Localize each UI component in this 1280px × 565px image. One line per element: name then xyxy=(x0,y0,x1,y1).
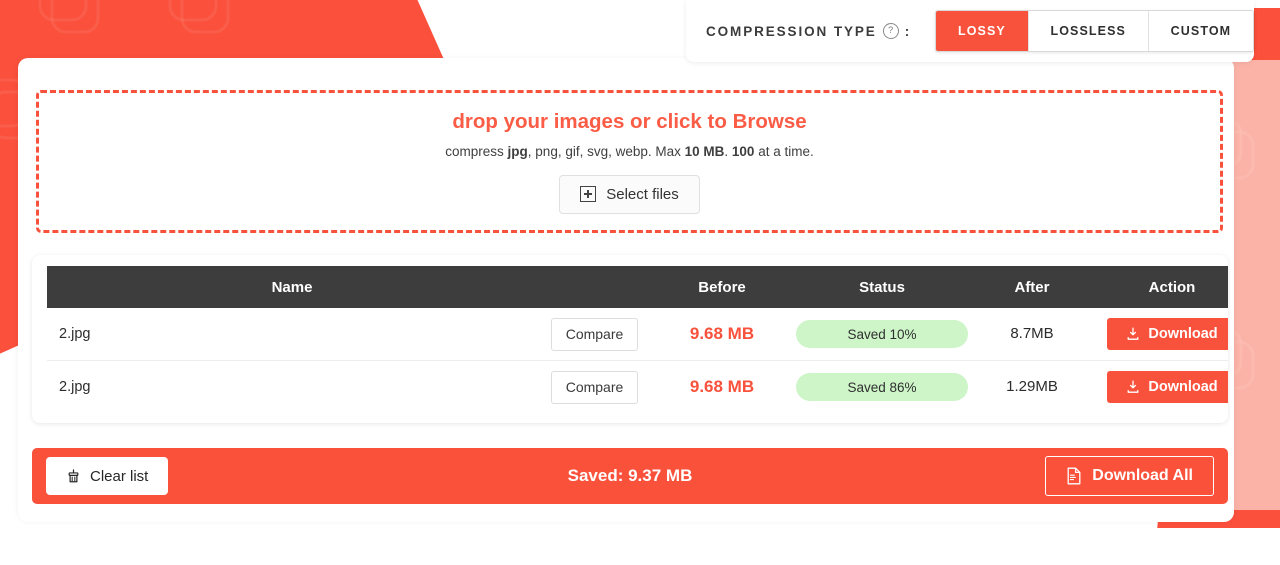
download-all-label: Download All xyxy=(1092,467,1193,484)
compression-option-lossless[interactable]: LOSSLESS xyxy=(1028,11,1149,51)
download-button-label: Download xyxy=(1148,326,1218,342)
compare-cell: Compare xyxy=(537,361,652,414)
dropzone-title: drop your images or click to Browse xyxy=(452,109,807,133)
dropzone-subtitle-p4: . xyxy=(724,143,732,159)
status-cell: Saved 86% xyxy=(792,361,972,414)
dropzone-subtitle-p0: compress xyxy=(445,143,508,159)
page-root: COMPRESSION TYPE ? : LOSSY LOSSLESS CUST… xyxy=(0,0,1280,565)
column-header-compare xyxy=(537,266,652,308)
file-list-card: Name Before Status After Action 2.jpg Co… xyxy=(32,255,1228,423)
action-cell: Download xyxy=(1092,308,1228,361)
download-all-button[interactable]: Download All xyxy=(1045,456,1214,496)
column-header-before: Before xyxy=(652,266,792,308)
status-badge: Saved 10% xyxy=(796,320,968,348)
compression-type-colon: : xyxy=(904,23,912,39)
download-button[interactable]: Download xyxy=(1106,318,1228,350)
dropzone-subtitle: compress jpg, png, gif, svg, webp. Max 1… xyxy=(445,144,813,159)
file-name-cell: 2.jpg xyxy=(59,379,91,395)
table-row: 2.jpg Compare 9.68 MB Saved 86% 1.29MB D… xyxy=(47,361,1228,414)
clear-list-label: Clear list xyxy=(90,467,149,485)
compare-button[interactable]: Compare xyxy=(550,370,639,404)
column-header-action: Action xyxy=(1092,266,1228,308)
file-name-cell: 2.jpg xyxy=(47,308,537,361)
file-table-head: Name Before Status After Action xyxy=(47,266,1228,308)
status-cell: Saved 10% xyxy=(792,308,972,361)
dropzone-subtitle-p6: at a time. xyxy=(754,143,814,159)
file-table: Name Before Status After Action 2.jpg Co… xyxy=(47,266,1228,413)
select-files-button[interactable]: Select files xyxy=(559,174,700,214)
main-panel-bottom xyxy=(18,508,1234,522)
compression-option-custom[interactable]: CUSTOM xyxy=(1148,11,1253,51)
download-icon xyxy=(1126,380,1140,394)
help-icon[interactable]: ? xyxy=(882,23,899,39)
compression-type-bar: COMPRESSION TYPE ? : LOSSY LOSSLESS CUST… xyxy=(686,0,1254,62)
before-size: 9.68 MB xyxy=(689,324,755,343)
after-size: 1.29MB xyxy=(1006,378,1058,395)
compare-button[interactable]: Compare xyxy=(550,317,639,351)
download-icon xyxy=(1126,327,1140,341)
column-header-name: Name xyxy=(47,266,537,308)
before-cell: 9.68 MB xyxy=(652,308,792,361)
clear-list-button[interactable]: Clear list xyxy=(46,457,169,495)
action-footer-bar: Clear list Saved: 9.37 MB Download All xyxy=(32,448,1228,504)
file-icon xyxy=(1066,467,1082,485)
status-badge: Saved 86% xyxy=(796,373,968,401)
compression-type-label: COMPRESSION TYPE ? : xyxy=(706,23,911,39)
dropzone-subtitle-p5: 100 xyxy=(731,143,755,159)
table-row: 2.jpg Compare 9.68 MB Saved 10% 8.7MB Do… xyxy=(47,308,1228,361)
dropzone-subtitle-p2: , png, gif, svg, webp. Max xyxy=(527,143,685,159)
after-cell: 8.7MB xyxy=(972,308,1092,361)
before-cell: 9.68 MB xyxy=(652,361,792,414)
file-dropzone[interactable]: drop your images or click to Browse comp… xyxy=(36,90,1223,233)
compare-cell: Compare xyxy=(537,308,652,361)
select-files-label: Select files xyxy=(606,185,679,203)
compression-type-options: LOSSY LOSSLESS CUSTOM xyxy=(935,10,1254,52)
plus-square-icon xyxy=(580,186,597,202)
before-size: 9.68 MB xyxy=(689,377,755,396)
dropzone-subtitle-p3: 10 MB xyxy=(684,143,725,159)
broom-icon xyxy=(66,468,81,484)
download-button[interactable]: Download xyxy=(1106,371,1228,403)
action-cell: Download xyxy=(1092,361,1228,414)
file-table-header-row: Name Before Status After Action xyxy=(47,266,1228,308)
download-button-label: Download xyxy=(1148,379,1218,395)
column-header-after: After xyxy=(972,266,1092,308)
compression-option-lossy[interactable]: LOSSY xyxy=(936,11,1029,51)
compression-type-text: COMPRESSION TYPE xyxy=(706,23,877,39)
column-header-status: Status xyxy=(792,266,972,308)
after-size: 8.7MB xyxy=(1010,325,1054,342)
file-table-body: 2.jpg Compare 9.68 MB Saved 10% 8.7MB Do… xyxy=(47,308,1228,413)
dropzone-subtitle-p1: jpg xyxy=(507,143,528,159)
after-cell: 1.29MB xyxy=(972,361,1092,414)
